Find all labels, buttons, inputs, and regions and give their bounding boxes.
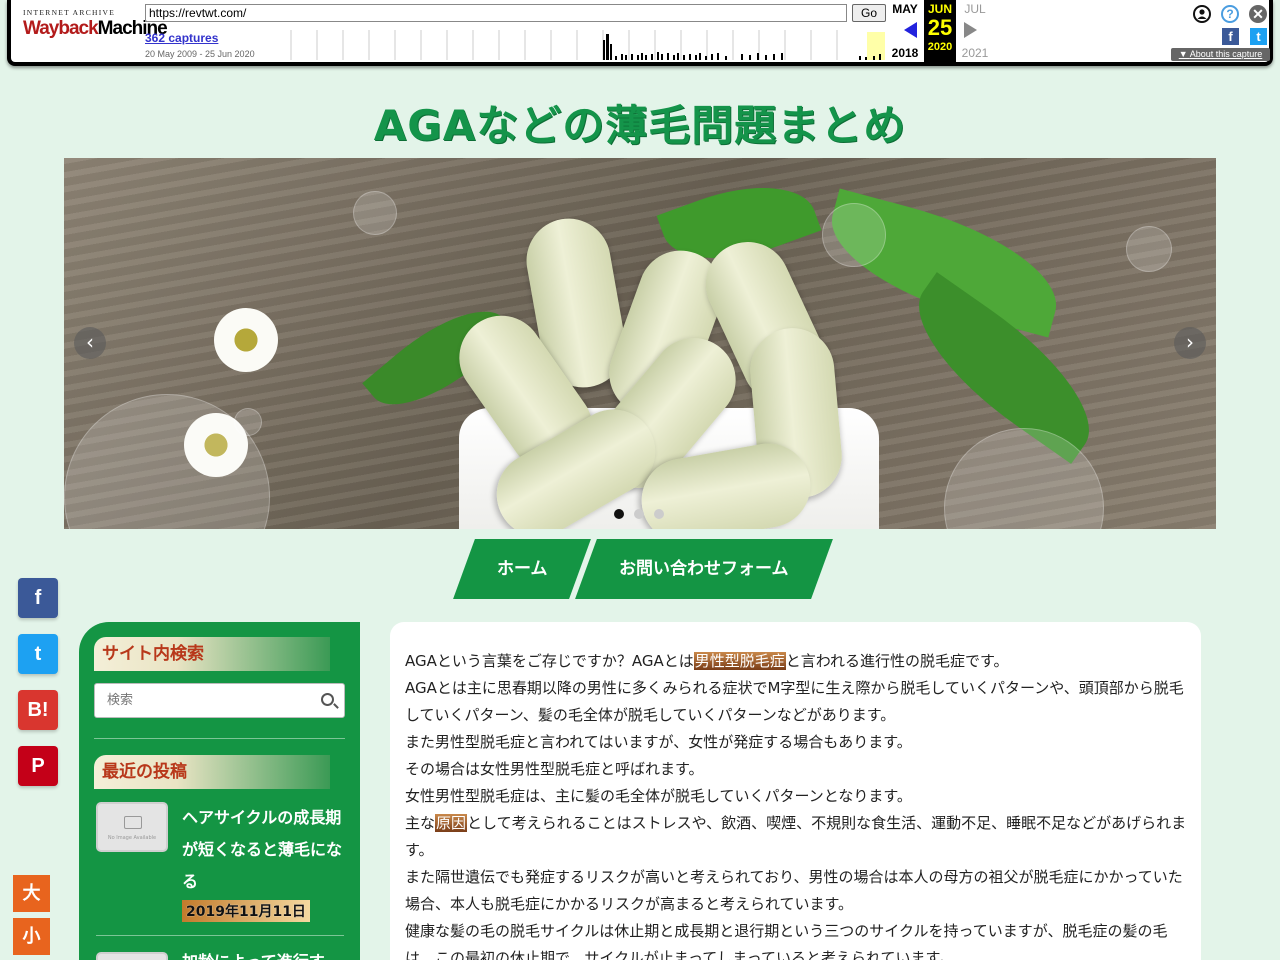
- current-capture-date: JUN 25 2020: [924, 0, 956, 62]
- article-body: AGAという言葉をご存じですか？AGAとは男性型脱毛症と言われる進行性の脱毛症で…: [405, 648, 1190, 960]
- close-icon[interactable]: ✕: [1249, 5, 1267, 23]
- image-placeholder-icon: [124, 816, 142, 829]
- facebook-share-button[interactable]: f: [18, 578, 58, 618]
- hero-slider[interactable]: ‹ ›: [64, 158, 1216, 529]
- slider-dot-3[interactable]: [654, 509, 664, 519]
- slider-dots: [614, 509, 664, 519]
- flower-shape: [214, 308, 278, 372]
- wayback-logo[interactable]: INTERNET ARCHIVE WaybackMachine: [23, 8, 168, 39]
- recent-posts-heading: 最近の投稿: [94, 755, 330, 789]
- wayback-toolbar: INTERNET ARCHIVE WaybackMachine https://…: [7, 0, 1273, 66]
- facebook-share-icon[interactable]: f: [1222, 28, 1239, 45]
- current-year: 2020: [927, 41, 953, 53]
- go-button[interactable]: Go: [852, 4, 886, 22]
- current-day: 25: [927, 15, 953, 40]
- slider-next-button[interactable]: ›: [1174, 327, 1206, 359]
- search-input[interactable]: [95, 684, 305, 717]
- pocket-button[interactable]: P: [18, 746, 58, 786]
- next-month: JUL: [964, 2, 986, 16]
- logo-internet-archive: INTERNET ARCHIVE: [23, 8, 116, 17]
- wayback-url-input[interactable]: https://revtwt.com/: [145, 4, 847, 22]
- sidebar: サイト内検索 最近の投稿 No Image Available ヘアサイクルの成…: [79, 622, 360, 960]
- prev-capture-arrow-icon[interactable]: [904, 22, 917, 38]
- post-date: 2019年11月11日: [182, 900, 310, 922]
- user-icon[interactable]: [1193, 5, 1211, 23]
- prev-year[interactable]: 2018: [889, 46, 921, 60]
- paragraph: また隔世遺伝でも発症するリスクが高いと考えられており、男性の場合は本人の母方の祖…: [405, 868, 1183, 913]
- search-box: [94, 683, 345, 718]
- captures-link[interactable]: 362 captures: [145, 31, 218, 45]
- help-icon[interactable]: ?: [1221, 5, 1239, 23]
- logo-wayback-machine: WaybackMachine: [23, 18, 168, 39]
- global-nav: ホーム お問い合わせフォーム: [452, 539, 833, 599]
- capture-sparkline[interactable]: [259, 30, 885, 60]
- nav-contact-form[interactable]: お問い合わせフォーム: [575, 539, 833, 599]
- search-heading: サイト内検索: [94, 637, 330, 671]
- font-size-large-button[interactable]: 大: [13, 875, 50, 912]
- paragraph: 主な原因として考えられることはストレスや、飲酒、喫煙、不規則な食生活、運動不足、…: [405, 814, 1187, 859]
- post-title[interactable]: 加齢によって進行す: [182, 948, 342, 960]
- nav-home[interactable]: ホーム: [453, 539, 591, 599]
- post-thumbnail[interactable]: No Image Available: [96, 802, 168, 852]
- paragraph: また男性型脱毛症と言われてはいますが、女性が発症する場合もあります。: [405, 733, 912, 751]
- paragraph: AGAとは主に思春期以降の男性に多くみられる症状でM字型に生え際から脱毛していく…: [405, 679, 1184, 724]
- main-content: AGAという言葉をご存じですか？AGAとは男性型脱毛症と言われる進行性の脱毛症で…: [390, 622, 1201, 960]
- font-size-small-button[interactable]: 小: [13, 918, 50, 955]
- prev-month[interactable]: MAY: [889, 2, 921, 16]
- captures-range: 20 May 2009 - 25 Jun 2020: [145, 49, 255, 59]
- slider-dot-2[interactable]: [634, 509, 644, 519]
- search-icon[interactable]: [321, 693, 334, 706]
- paragraph: 女性男性型脱毛症は、主に髪の毛全体が脱毛していくパターンとなります。: [405, 787, 912, 805]
- paragraph: AGAという言葉をご存じですか？AGAとは男性型脱毛症と言われる進行性の脱毛症で…: [405, 652, 1009, 670]
- twitter-share-icon[interactable]: t: [1250, 28, 1267, 45]
- next-capture-arrow-icon: [964, 22, 977, 38]
- paragraph: その場合は女性男性型脱毛症と呼ばれます。: [405, 760, 704, 778]
- twitter-share-button[interactable]: t: [18, 634, 58, 674]
- hatena-bookmark-button[interactable]: B!: [18, 690, 58, 730]
- slider-prev-button[interactable]: ‹: [74, 327, 106, 359]
- post-thumbnail[interactable]: [96, 952, 168, 960]
- slider-dot-1[interactable]: [614, 509, 624, 519]
- site-title[interactable]: AGAなどの薄毛問題まとめ: [0, 92, 1280, 153]
- keyword-highlight[interactable]: 原因: [435, 814, 468, 832]
- about-capture-button[interactable]: ▼ About this capture: [1171, 48, 1270, 61]
- post-title[interactable]: ヘアサイクルの成長期が短くなると薄毛になる: [182, 802, 342, 898]
- paragraph: 健康な髪の毛の脱毛サイクルは休止期と成長期と退行期という三つのサイクルを持ってい…: [405, 922, 1168, 960]
- keyword-highlight[interactable]: 男性型脱毛症: [693, 652, 786, 670]
- next-year: 2021: [961, 46, 989, 60]
